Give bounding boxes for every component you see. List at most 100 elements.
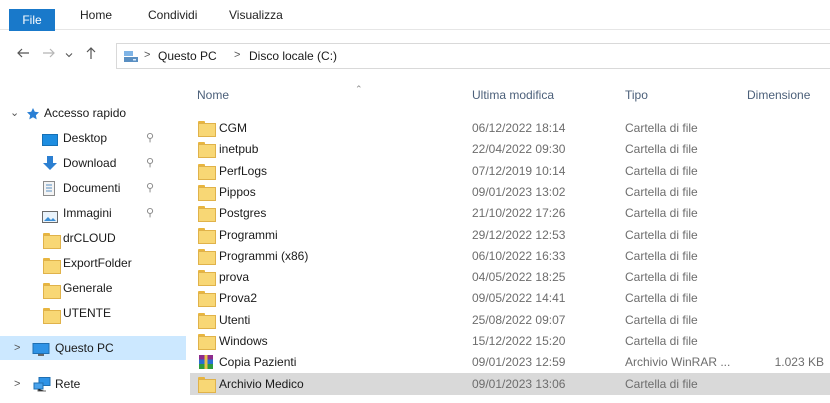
tab-condividi[interactable]: Condividi xyxy=(148,0,197,30)
table-row[interactable]: inetpub 22/04/2022 09:30 Cartella di file xyxy=(190,138,830,160)
file-name: Pippos xyxy=(219,185,256,199)
nav-item-label: ExportFolder xyxy=(63,256,132,270)
file-modified: 29/12/2022 12:53 xyxy=(472,228,566,242)
nav-item-label: Download xyxy=(63,156,117,170)
column-header-name[interactable]: Nome xyxy=(197,80,229,110)
back-button[interactable] xyxy=(14,46,32,64)
nav-item-exportfolder[interactable]: ExportFolder xyxy=(0,251,188,275)
file-type: Cartella di file xyxy=(625,313,698,327)
nav-item-label: drCLOUD xyxy=(63,231,116,245)
file-modified: 07/12/2019 10:14 xyxy=(472,164,566,178)
table-row[interactable]: Programmi (x86) 06/10/2022 16:33 Cartella … xyxy=(190,245,830,267)
file-type: Cartella di file xyxy=(625,185,698,199)
nav-item-label: Questo PC xyxy=(55,341,114,355)
nav-quick-access[interactable]: ⌄ Accesso rapido xyxy=(0,101,188,125)
table-row[interactable]: Postgres 21/10/2022 17:26 Cartella di file xyxy=(190,202,830,224)
nav-item-label: UTENTE xyxy=(63,306,111,320)
up-button[interactable] xyxy=(82,46,100,64)
breadcrumb-this-pc[interactable]: Questo PC xyxy=(158,49,217,63)
file-name: inetpub xyxy=(219,142,259,156)
file-name: Programmi (x86) xyxy=(219,249,309,263)
file-type: Cartella di file xyxy=(625,270,698,284)
nav-item-this-pc[interactable]: > Questo PC xyxy=(0,336,186,360)
breadcrumb-local-disk[interactable]: Disco locale (C:) xyxy=(249,49,337,63)
tab-file[interactable]: File xyxy=(9,9,55,31)
arrow-left-icon xyxy=(17,48,29,58)
table-row[interactable]: Archivio Medico 09/01/2023 13:06 Cartella … xyxy=(190,373,830,395)
nav-item-label: Documenti xyxy=(63,181,121,195)
table-row[interactable]: Windows 15/12/2022 15:20 Cartella di file xyxy=(190,330,830,352)
drive-icon xyxy=(123,50,139,66)
file-modified: 06/10/2022 16:33 xyxy=(472,249,566,263)
nav-item-desktop[interactable]: Desktop ⚲ xyxy=(0,126,188,150)
column-header-type[interactable]: Tipo xyxy=(625,80,648,110)
nav-item-label: Desktop xyxy=(63,131,108,145)
table-row[interactable]: Pippos 09/01/2023 13:02 Cartella di file xyxy=(190,181,830,203)
file-type: Archivio WinRAR ... xyxy=(625,355,731,369)
file-size: 1.023 KB xyxy=(774,355,824,369)
tab-home[interactable]: Home xyxy=(80,0,112,30)
nav-item-label: Rete xyxy=(55,377,81,391)
file-name: prova xyxy=(219,270,250,284)
nav-item-utente[interactable]: UTENTE xyxy=(0,301,188,325)
sort-ascending-icon: ⌃ xyxy=(355,84,363,94)
file-modified: 21/10/2022 17:26 xyxy=(472,206,566,220)
file-type: Cartella di file xyxy=(625,121,698,135)
network-icon xyxy=(33,376,51,400)
pin-icon[interactable]: ⚲ xyxy=(146,151,154,175)
nav-item-documenti[interactable]: Documenti ⚲ xyxy=(0,176,188,200)
file-name: Prova2 xyxy=(219,291,258,305)
file-modified: 04/05/2022 18:25 xyxy=(472,270,566,284)
pin-icon[interactable]: ⚲ xyxy=(146,176,154,200)
file-name: Postgres xyxy=(219,206,267,220)
table-row[interactable]: Programmi 29/12/2022 12:53 Cartella di fil… xyxy=(190,224,830,246)
nav-quick-access-label: Accesso rapido xyxy=(44,106,127,120)
pin-icon[interactable]: ⚲ xyxy=(146,126,154,150)
pin-icon[interactable]: ⚲ xyxy=(146,201,154,225)
nav-item-drcloud[interactable]: drCLOUD xyxy=(0,226,188,250)
file-type: Cartella di file xyxy=(625,164,698,178)
navigation-bar: > Questo PC > Disco locale (C:) xyxy=(0,38,830,72)
folder-icon xyxy=(43,306,61,330)
nav-item-generale[interactable]: Generale xyxy=(0,276,188,300)
arrow-right-icon xyxy=(43,48,55,58)
nav-item-download[interactable]: Download ⚲ xyxy=(0,151,188,175)
table-row[interactable]: Copia Pazienti 09/01/2023 12:59 Archivio W… xyxy=(190,351,830,373)
nav-item-network[interactable]: > Rete xyxy=(0,372,188,396)
nav-item-immagini[interactable]: Immagini ⚲ xyxy=(0,201,188,225)
table-row[interactable]: prova 04/05/2022 18:25 Cartella di file xyxy=(190,266,830,288)
table-row[interactable]: Prova2 09/05/2022 14:41 Cartella di file xyxy=(190,287,830,309)
folder-icon xyxy=(198,376,216,398)
file-type: Cartella di file xyxy=(625,228,698,242)
tab-visualizza[interactable]: Visualizza xyxy=(229,0,283,30)
file-type: Cartella di file xyxy=(625,334,698,348)
chevron-down-icon xyxy=(65,53,73,58)
forward-button[interactable] xyxy=(40,46,58,64)
file-name: Utenti xyxy=(219,313,251,327)
file-name: Copia Pazienti xyxy=(219,355,297,369)
recent-locations-button[interactable] xyxy=(62,46,76,64)
file-modified: 09/01/2023 13:02 xyxy=(472,185,566,199)
nav-item-label: Immagini xyxy=(63,206,112,220)
navigation-pane: ⌄ Accesso rapido Desktop ⚲ Download ⚲ Do… xyxy=(0,80,188,403)
address-bar[interactable]: > Questo PC > Disco locale (C:) xyxy=(116,43,830,69)
table-row[interactable]: Utenti 25/08/2022 09:07 Cartella di file xyxy=(190,309,830,331)
column-header-size[interactable]: Dimensione xyxy=(747,80,810,110)
file-modified: 09/01/2023 13:06 xyxy=(472,377,566,391)
file-name: Windows xyxy=(219,334,268,348)
file-type: Cartella di file xyxy=(625,291,698,305)
file-modified: 06/12/2022 18:14 xyxy=(472,121,566,135)
table-row[interactable]: PerfLogs 07/12/2019 10:14 Cartella di file xyxy=(190,160,830,182)
file-modified: 09/01/2023 12:59 xyxy=(472,355,566,369)
column-header-modified[interactable]: Ultima modifica xyxy=(472,80,554,110)
file-name: Programmi xyxy=(219,228,278,242)
file-name: PerfLogs xyxy=(219,164,268,178)
chevron-right-icon: > xyxy=(144,49,151,61)
file-type: Cartella di file xyxy=(625,206,698,220)
file-modified: 22/04/2022 09:30 xyxy=(472,142,566,156)
table-row[interactable]: CGM 06/12/2022 18:14 Cartella di file xyxy=(190,117,830,139)
file-name: Archivio Medico xyxy=(219,377,304,391)
file-type: Cartella di file xyxy=(625,249,698,263)
file-modified: 25/08/2022 09:07 xyxy=(472,313,566,327)
chevron-right-icon: > xyxy=(234,49,241,61)
